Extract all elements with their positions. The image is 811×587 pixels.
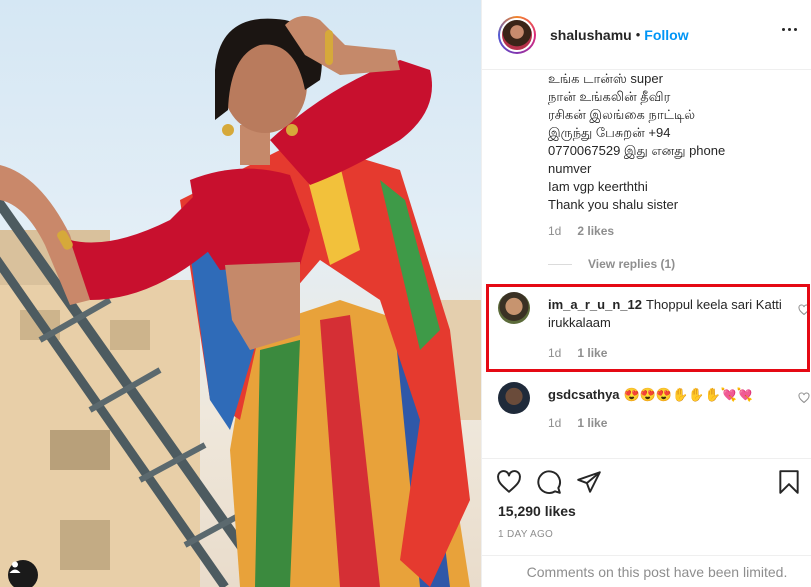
bookmark-icon[interactable] [776,469,802,495]
follow-button[interactable]: Follow [644,27,688,43]
commenter-avatar[interactable] [498,292,530,324]
post-actions: 15,290 likes 1 DAY AGO Comments on this … [482,458,811,587]
comment-likes[interactable]: 1 like [577,416,607,430]
heart-icon[interactable] [496,469,522,495]
comment-line: இருந்து பேசுறன் +94 [548,125,671,140]
comment-likes[interactable]: 2 likes [577,224,614,238]
comments-list[interactable]: உங்க டான்ஸ் super நான் உங்கலின் தீவிர ரச… [482,70,811,458]
post-side-panel: shalushamu • Follow உங்க டான்ஸ் super நா… [481,0,811,587]
profile-avatar[interactable] [498,15,536,54]
comment-icon[interactable] [536,469,562,495]
profile-avatar-image [500,17,534,52]
commenter-username[interactable]: im_a_r_u_n_12 [548,297,642,312]
comment-line: உங்க டான்ஸ் super [548,71,663,86]
comment-line: ரசிகன் இலங்கை நாட்டில் [548,107,696,122]
comment-item: gsdcsathya 😍😍😍✋✋✋💘💘 1d 1 like [498,382,810,452]
comment-meta: 1d 1 like [548,416,607,430]
comment-meta: 1d 1 like [548,346,607,360]
comment-item: im_a_r_u_n_12 Thoppul keela sari Katti ir… [498,292,810,362]
replies-divider [548,263,572,265]
post-photo[interactable] [0,0,481,587]
commenter-avatar[interactable] [498,382,530,414]
comment-line: 0770067529 இது எனது phone [548,143,726,158]
more-options-icon[interactable] [782,28,797,31]
comment-text: im_a_r_u_n_12 Thoppul keela sari Katti ir… [548,296,788,332]
post-header: shalushamu • Follow [482,0,811,70]
view-replies-button[interactable]: View replies (1) [548,257,675,271]
comment-meta: 1d 2 likes [548,224,614,238]
like-comment-heart-icon[interactable] [798,304,810,316]
comment-age: 1d [548,416,562,430]
post-username[interactable]: shalushamu [550,27,632,43]
comment-line: நான் உங்கலின் தீவிர [548,89,671,104]
comment-body: உங்க டான்ஸ் super நான் உங்கலின் தீவிர ரச… [548,70,798,214]
comment-likes[interactable]: 1 like [577,346,607,360]
commenter-username[interactable]: gsdcsathya [548,387,620,402]
comments-limited-notice: Comments on this post have been limited. [482,555,811,587]
comment-text: gsdcsathya 😍😍😍✋✋✋💘💘 [548,386,788,404]
like-comment-heart-icon[interactable] [798,392,810,404]
comment-age: 1d [548,346,562,360]
comment-line: Thank you shalu sister [548,197,679,212]
header-separator: • [635,27,641,42]
comment-line: numver [548,161,592,176]
comment-line: Iam vgp keerththi [548,179,648,194]
photo-illustration [0,16,481,587]
view-replies-label: View replies (1) [588,257,676,271]
comment-age: 1d [548,224,562,238]
comment-content: 😍😍😍✋✋✋💘💘 [623,387,754,402]
user-tag-icon[interactable] [8,560,38,587]
post-timestamp: 1 DAY AGO [498,529,554,540]
paper-plane-icon[interactable] [576,469,602,495]
likes-count[interactable]: 15,290 likes [498,503,576,519]
